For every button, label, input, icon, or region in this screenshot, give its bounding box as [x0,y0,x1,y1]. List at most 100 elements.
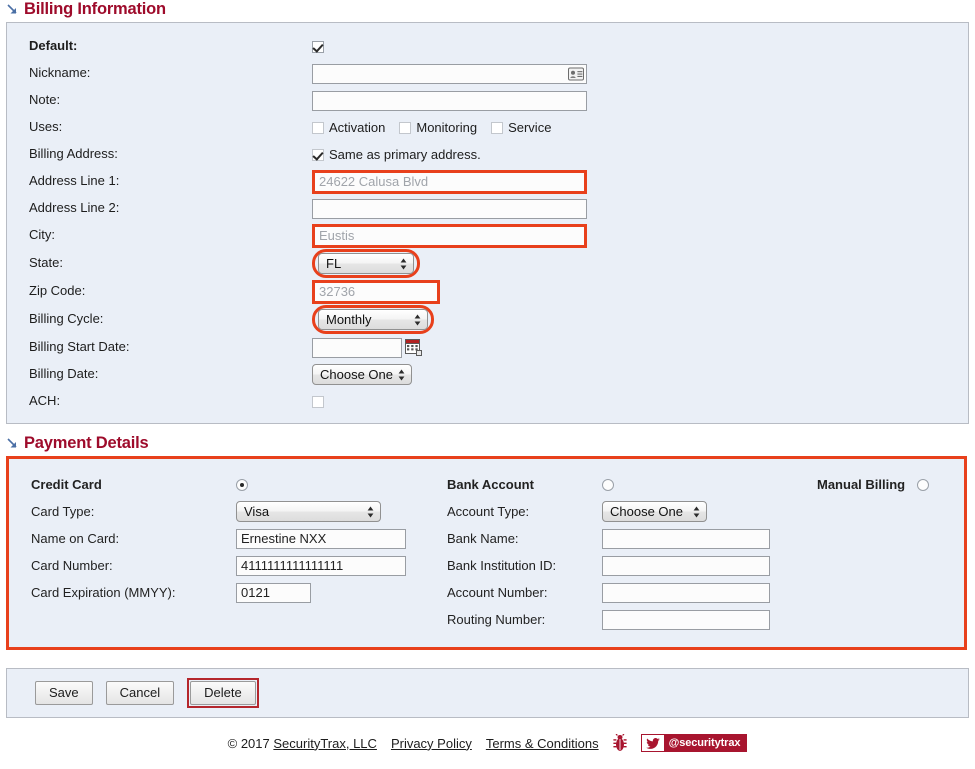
row-card-number: Card Number: [31,552,447,579]
row-uses: Uses: Activation Monitoring Service [7,114,968,141]
address-line-1-input[interactable] [312,169,587,194]
zip-code-label: Zip Code: [29,283,86,299]
city-input[interactable] [312,223,587,248]
billing-information-page: Billing Information Default: Nickname: N… [0,0,975,769]
manual-billing-heading-row: Manual Billing [817,471,964,498]
card-expiration-input[interactable] [236,582,311,603]
row-address-line-1: Address Line 1: [7,168,968,195]
twitter-handle: @securitytrax [663,735,747,752]
privacy-policy-link[interactable]: Privacy Policy [391,736,472,751]
chevron-updown-icon [400,257,407,270]
bank-institution-id-input[interactable] [602,555,770,576]
billing-date-value: Choose One [320,367,393,382]
bank-account-heading-row: Bank Account [447,471,817,498]
account-number-input[interactable] [602,582,770,603]
billing-start-date-input[interactable] [312,337,402,358]
same-as-primary-label: Same as primary address. [329,147,481,162]
twitter-badge[interactable]: @securitytrax [640,734,748,753]
state-select[interactable]: FL [318,253,414,274]
row-state: State: FL [7,249,968,278]
twitter-bird-icon [641,735,664,752]
account-type-label: Account Type: [447,504,530,519]
uses-service-checkbox[interactable] [491,121,504,134]
name-on-card-input[interactable] [236,528,406,549]
card-type-label: Card Type: [31,504,95,519]
state-highlight: FL [312,249,420,278]
row-account-type: Account Type: Choose One [447,498,817,525]
page-title: Billing Information [24,0,166,18]
ach-checkbox[interactable] [312,395,324,408]
row-card-type: Card Type: Visa [31,498,447,525]
uses-monitoring-label: Monitoring [416,120,478,135]
uses-activation-checkbox[interactable] [312,121,324,134]
card-type-value: Visa [244,504,270,519]
city-label: City: [29,227,55,243]
delete-button-highlight: Delete [187,678,259,709]
ach-label: ACH: [29,393,61,409]
uses-service-item[interactable]: Service [491,120,551,135]
account-type-select[interactable]: Choose One [602,501,707,522]
page-footer: © 2017 SecurityTrax, LLC Privacy Policy … [0,733,975,753]
card-type-select[interactable]: Visa [236,501,381,522]
cancel-button[interactable]: Cancel [105,681,175,706]
row-default: Default: [7,33,968,60]
billing-date-label: Billing Date: [29,366,99,382]
billing-date-select[interactable]: Choose One [312,364,412,385]
uses-activation-item[interactable]: Activation [312,120,385,135]
zip-code-input[interactable] [312,279,440,304]
credit-card-heading-row: Credit Card [31,471,447,498]
calendar-icon[interactable] [405,339,422,356]
chevron-updown-icon [367,505,374,518]
bank-account-heading: Bank Account [447,477,534,492]
billing-information-panel: Default: Nickname: Note: Uses: Activatio… [6,22,969,424]
collapse-arrow-icon[interactable] [6,437,19,450]
note-label: Note: [29,92,61,108]
credit-card-radio[interactable] [236,478,248,491]
card-number-input[interactable] [236,555,406,576]
same-as-primary-checkbox[interactable] [312,148,324,161]
bank-institution-id-label: Bank Institution ID: [447,558,557,573]
save-button[interactable]: Save [35,681,93,706]
company-link[interactable]: SecurityTrax, LLC [273,736,377,751]
copyright-year: © 2017 [227,735,270,751]
manual-billing-radio[interactable] [917,478,929,491]
manual-billing-heading: Manual Billing [817,477,906,492]
uses-monitoring-item[interactable]: Monitoring [399,120,477,135]
row-card-expiration: Card Expiration (MMYY): [31,579,447,606]
row-routing-number: Routing Number: [447,606,817,633]
uses-label: Uses: [29,119,63,135]
chevron-updown-icon [693,505,700,518]
address-line-2-input[interactable] [312,198,587,219]
uses-activation-label: Activation [329,120,386,135]
billing-information-header[interactable]: Billing Information [0,0,975,22]
payment-details-title: Payment Details [24,434,149,452]
name-on-card-label: Name on Card: [31,531,120,546]
default-checkbox[interactable] [312,40,324,53]
payment-details-header[interactable]: Payment Details [0,434,975,456]
contact-card-icon[interactable] [568,67,584,80]
default-label: Default: [29,38,78,54]
row-account-number: Account Number: [447,579,817,606]
bug-icon[interactable] [612,733,627,752]
bank-name-input[interactable] [602,528,770,549]
row-address-line-2: Address Line 2: [7,195,968,222]
account-type-value: Choose One [610,504,683,519]
terms-and-conditions-link[interactable]: Terms & Conditions [486,736,599,751]
routing-number-label: Routing Number: [447,612,546,627]
card-number-label: Card Number: [31,558,113,573]
manual-billing-column: Manual Billing [817,471,964,633]
bank-account-column: Bank Account Account Type: Choose One Ba… [447,471,817,633]
state-label: State: [29,255,63,271]
credit-card-heading: Credit Card [31,477,102,492]
bank-account-radio[interactable] [602,478,614,491]
note-input[interactable] [312,90,587,111]
routing-number-input[interactable] [602,609,770,630]
row-ach: ACH: [7,388,968,415]
nickname-input[interactable] [312,63,587,84]
billing-cycle-select[interactable]: Monthly [318,309,428,330]
same-as-primary-item[interactable]: Same as primary address. [312,147,481,162]
delete-button[interactable]: Delete [190,681,256,706]
uses-monitoring-checkbox[interactable] [399,121,412,134]
bank-name-label: Bank Name: [447,531,519,546]
collapse-arrow-icon[interactable] [6,3,19,16]
